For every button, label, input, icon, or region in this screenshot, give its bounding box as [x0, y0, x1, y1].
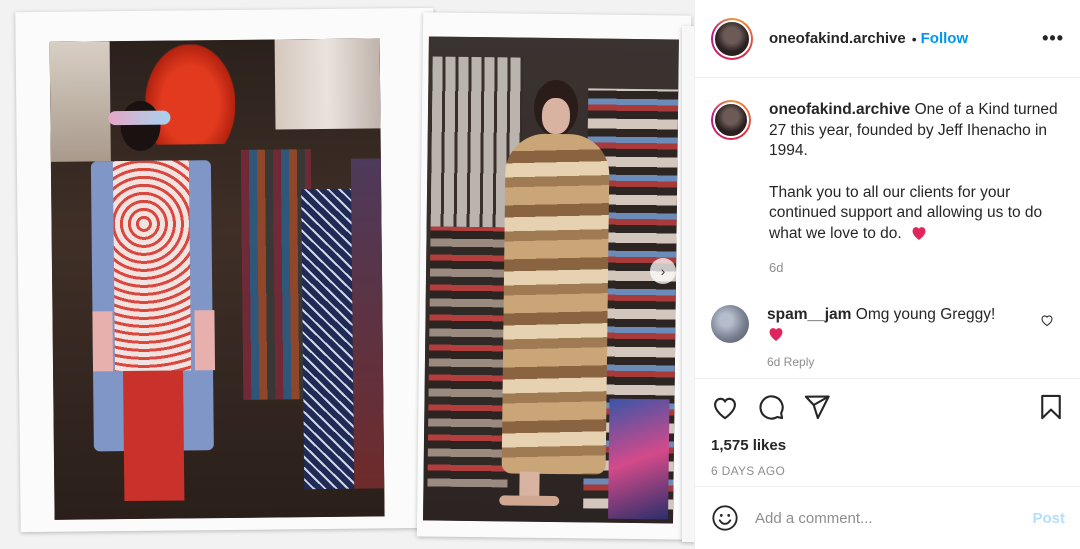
- caption-avatar[interactable]: [711, 100, 751, 140]
- red-heart-emoji-icon: [769, 328, 783, 341]
- action-bar: 1,575 likes 6 DAYS AGO: [695, 378, 1080, 478]
- photo-woman-fur-coat: [423, 36, 679, 524]
- profile-avatar[interactable]: [711, 17, 753, 60]
- comment-bubble-icon[interactable]: [757, 393, 785, 421]
- polaroid-edge-next: [682, 26, 694, 542]
- share-paper-plane-icon[interactable]: [803, 393, 831, 421]
- comment-input[interactable]: [755, 509, 1033, 527]
- post-panel: oneofakind.archive • Follow ••• oneofaki…: [694, 0, 1080, 549]
- comment-text: spam__jam Omg young Greggy! 6d Reply: [767, 305, 1017, 373]
- comment-meta: 6d Reply: [767, 354, 815, 369]
- post-date[interactable]: 6 DAYS AGO: [711, 464, 1065, 478]
- post-media[interactable]: ›: [0, 0, 694, 549]
- comment-username[interactable]: spam__jam: [767, 306, 851, 323]
- separator-dot: •: [911, 30, 917, 47]
- caption-row: oneofakind.archive One of a Kind turned …: [711, 100, 1064, 279]
- follow-button[interactable]: Follow: [921, 30, 969, 47]
- comment-body: Omg young Greggy!: [855, 305, 996, 323]
- caption-paragraph-2: Thank you to all our clients for your co…: [769, 183, 1043, 242]
- profile-username[interactable]: oneofakind.archive: [769, 30, 906, 47]
- caption-timestamp: 6d: [769, 260, 784, 275]
- comments-section[interactable]: oneofakind.archive One of a Kind turned …: [695, 78, 1080, 378]
- emoji-smiley-icon[interactable]: [711, 504, 739, 532]
- action-icons: [711, 391, 1065, 423]
- save-bookmark-icon[interactable]: [1037, 393, 1065, 421]
- photo-man-in-store: [49, 38, 385, 520]
- like-heart-icon[interactable]: [711, 393, 739, 421]
- more-options-icon[interactable]: •••: [1042, 28, 1064, 49]
- comment-row: spam__jam Omg young Greggy! 6d Reply: [711, 304, 1064, 373]
- caption-text: oneofakind.archive One of a Kind turned …: [769, 100, 1064, 279]
- comment-like-heart-icon[interactable]: [1040, 313, 1054, 327]
- next-photo-chevron-icon[interactable]: ›: [650, 258, 676, 284]
- comment-avatar[interactable]: [711, 304, 749, 343]
- red-heart-emoji-icon: [912, 226, 926, 240]
- comment-composer: Post: [695, 486, 1080, 549]
- likes-count[interactable]: 1,575 likes: [711, 437, 1065, 454]
- post-header: oneofakind.archive • Follow •••: [695, 0, 1080, 78]
- comment-heart-emoji-wrap: [767, 325, 1017, 346]
- polaroid-photo-left: [15, 7, 439, 533]
- caption-paragraph-2-wrap: Thank you to all our clients for your co…: [769, 183, 1064, 245]
- post-comment-button[interactable]: Post: [1032, 510, 1065, 527]
- caption-username[interactable]: oneofakind.archive: [769, 101, 910, 118]
